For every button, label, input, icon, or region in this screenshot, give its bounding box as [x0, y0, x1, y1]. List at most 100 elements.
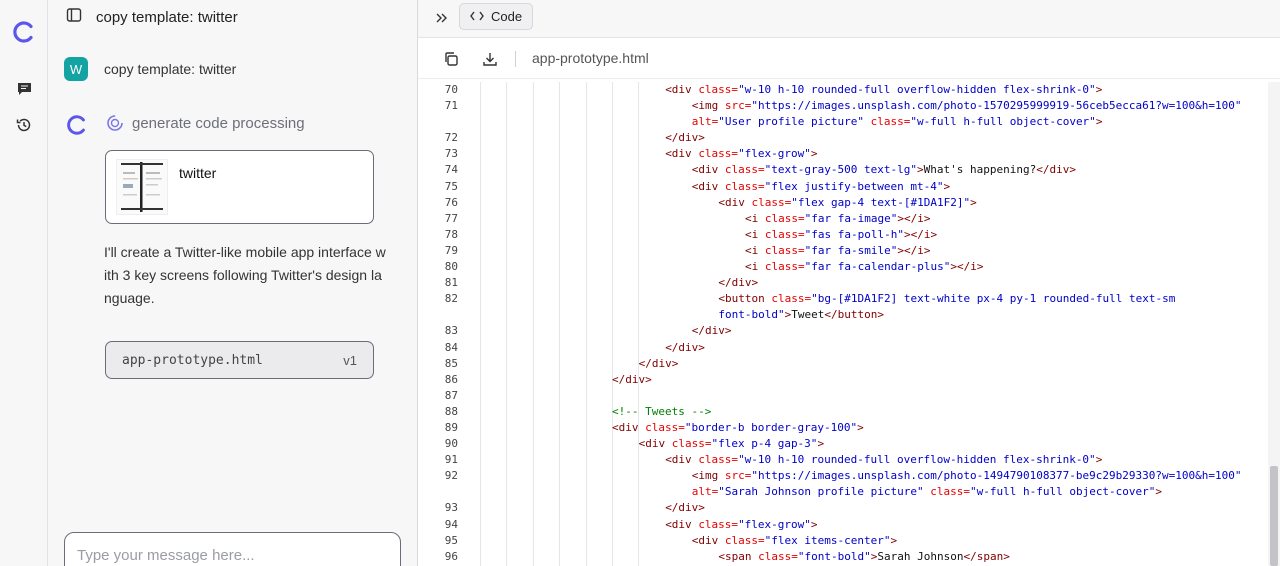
template-card[interactable]: twitter: [105, 150, 374, 224]
code-line: 75 <div class="flex justify-between mt-4"…: [418, 179, 1268, 195]
history-icon[interactable]: [15, 116, 33, 134]
code-text: <div class="border-b border-gray-100">: [612, 420, 864, 434]
line-number: 75: [444, 179, 458, 193]
code-text: font-bold">Tweet</button>: [718, 308, 884, 322]
assistant-reply: I'll create a Twitter-like mobile app in…: [104, 244, 386, 306]
download-icon[interactable]: [481, 50, 499, 68]
code-text: <i class="far fa-calendar-plus"></i>: [745, 260, 984, 274]
code-line: 70 <div class="w-10 h-10 rounded-full ove…: [418, 82, 1268, 98]
chat-icon[interactable]: [15, 80, 33, 98]
code-toolbar: app-prototype.html: [418, 39, 1280, 79]
code-filename: app-prototype.html: [532, 50, 649, 66]
user-message: copy template: twitter: [104, 61, 237, 77]
code-pane: Code app-prototype.html 70 <div class="w-…: [418, 0, 1280, 566]
code-text: </div>: [691, 324, 732, 338]
tab-code[interactable]: Code: [459, 3, 534, 30]
code-text: <img src="https://images.unsplash.com/ph…: [691, 99, 1242, 113]
line-number: 73: [444, 147, 458, 161]
code-line: 90 <div class="flex p-4 gap-3">: [418, 436, 1268, 452]
file-chip-version: v1: [343, 352, 357, 368]
line-number: 84: [444, 340, 458, 354]
code-line: 71 <img src="https://images.unsplash.com/…: [418, 98, 1268, 114]
line-number: 80: [444, 260, 458, 274]
code-scrollbar[interactable]: [1268, 82, 1280, 566]
code-text: </div>: [638, 356, 679, 370]
code-line: 91 <div class="w-10 h-10 rounded-full ove…: [418, 452, 1268, 468]
code-line: 77 <i class="far fa-image"></i>: [418, 211, 1268, 227]
pane-topbar: Code: [418, 0, 1280, 38]
sidebar-toggle-icon[interactable]: [66, 7, 82, 28]
code-line: alt="Sarah Johnson profile picture" clas…: [418, 484, 1268, 500]
code-text: <i class="far fa-image"></i>: [745, 211, 931, 225]
line-number: 87: [444, 388, 458, 402]
line-number: 92: [444, 469, 458, 483]
collapse-panel-icon[interactable]: [432, 8, 452, 28]
code-text: <i class="far fa-smile"></i>: [745, 243, 931, 257]
status-text: generate code processing: [132, 114, 305, 132]
line-number: 86: [444, 372, 458, 386]
code-brackets-icon: [470, 9, 484, 24]
code-line: alt="User profile picture" class="w-full…: [418, 114, 1268, 130]
code-text: <i class="fas fa-poll-h"></i>: [745, 227, 938, 241]
code-line: 93 </div>: [418, 500, 1268, 516]
code-line: 80 <i class="far fa-calendar-plus"></i>: [418, 259, 1268, 275]
chat-title: copy template: twitter: [96, 8, 238, 26]
code-text: <div class="text-gray-500 text-lg">What'…: [691, 163, 1076, 177]
line-number: 90: [444, 437, 458, 451]
code-line: 72 </div>: [418, 130, 1268, 146]
code-text: <!-- Tweets -->: [612, 404, 712, 418]
line-number: 81: [444, 276, 458, 290]
code-text: <div class="flex items-center">: [691, 533, 898, 547]
line-number: 85: [444, 356, 458, 370]
code-text: <div class="flex-grow">: [665, 147, 818, 161]
code-text: alt="User profile picture" class="w-full…: [691, 115, 1103, 129]
brand-logo-icon[interactable]: [12, 20, 36, 44]
code-text: <div class="w-10 h-10 rounded-full overf…: [665, 83, 1103, 96]
line-number: 95: [444, 533, 458, 547]
user-avatar: W: [64, 57, 88, 81]
line-number: 70: [444, 83, 458, 96]
code-line: 81 </div>: [418, 275, 1268, 291]
status-row: generate code processing: [106, 114, 305, 132]
message-input[interactable]: [77, 547, 388, 564]
code-text: <button class="bg-[#1DA1F2] text-white p…: [718, 292, 1176, 306]
code-editor[interactable]: 70 <div class="w-10 h-10 rounded-full ove…: [418, 82, 1268, 566]
line-number: 88: [444, 404, 458, 418]
code-text: </div>: [665, 340, 705, 354]
line-number: 94: [444, 517, 458, 531]
scrollbar-thumb[interactable]: [1270, 466, 1278, 566]
line-number: 82: [444, 292, 458, 306]
code-text: <div class="flex p-4 gap-3">: [638, 437, 825, 451]
assistant-logo-icon: [67, 115, 85, 135]
line-number: 72: [444, 131, 458, 145]
line-number: 96: [444, 549, 458, 563]
line-number: 91: [444, 453, 458, 467]
code-line: 87: [418, 388, 1268, 404]
code-line: 92 <img src="https://images.unsplash.com/…: [418, 468, 1268, 484]
code-line: 88 <!-- Tweets -->: [418, 404, 1268, 420]
toolbar-divider: [515, 51, 516, 67]
code-line: 96 <span class="font-bold">Sarah Johnson<…: [418, 549, 1268, 565]
code-line: 74 <div class="text-gray-500 text-lg">Wha…: [418, 162, 1268, 178]
code-text: <div class="flex-grow">: [665, 517, 818, 531]
code-text: </div>: [665, 131, 705, 145]
code-line: font-bold">Tweet</button>: [418, 307, 1268, 323]
line-number: 79: [444, 243, 458, 257]
code-line: 79 <i class="far fa-smile"></i>: [418, 243, 1268, 259]
chat-panel: copy template: twitter W copy template: …: [48, 0, 418, 566]
code-line: 94 <div class="flex-grow">: [418, 517, 1268, 533]
app-rail: [0, 0, 48, 566]
code-text: </div>: [718, 276, 759, 290]
code-text: <img src="https://images.unsplash.com/ph…: [691, 469, 1242, 483]
code-text: alt="Sarah Johnson profile picture" clas…: [691, 485, 1163, 499]
file-chip[interactable]: app-prototype.html v1: [105, 341, 374, 379]
code-text: </div>: [612, 372, 652, 386]
copy-icon[interactable]: [442, 50, 460, 68]
code-line: 84 </div>: [418, 340, 1268, 356]
code-line: 73 <div class="flex-grow">: [418, 146, 1268, 162]
code-text: <div class="flex gap-4 text-[#1DA1F2]">: [718, 195, 977, 209]
code-line: 76 <div class="flex gap-4 text-[#1DA1F2]"…: [418, 195, 1268, 211]
line-number: 74: [444, 163, 458, 177]
code-line: 95 <div class="flex items-center">: [418, 533, 1268, 549]
template-card-title: twitter: [179, 165, 217, 181]
